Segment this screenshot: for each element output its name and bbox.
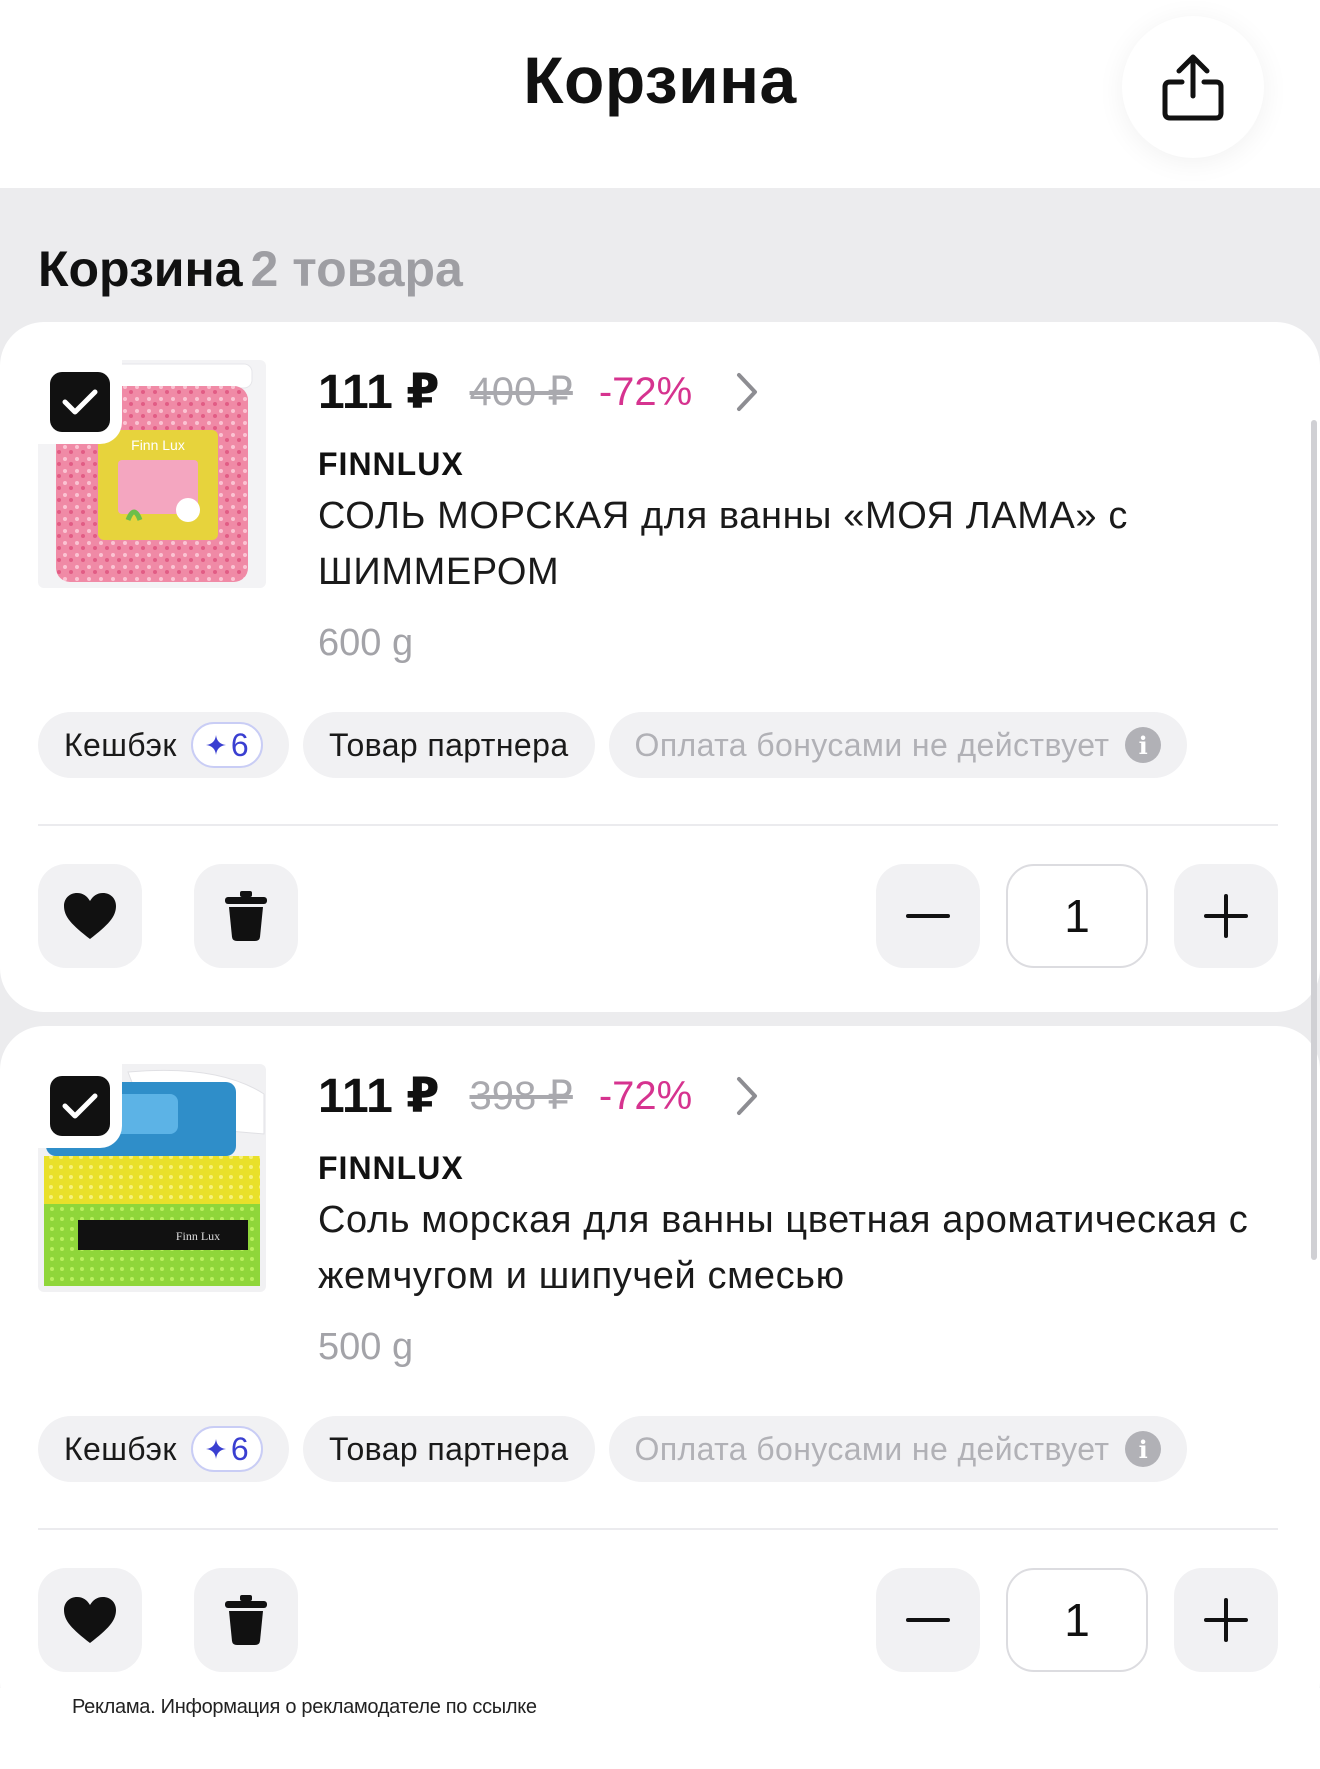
- price-row: 111 ₽ 400 ₽ -72%: [318, 362, 758, 422]
- info-icon[interactable]: i: [1125, 1431, 1162, 1467]
- quantity-value[interactable]: 1: [1006, 864, 1148, 968]
- share-icon: [1162, 54, 1224, 121]
- product-brand[interactable]: FINNLUX: [318, 446, 464, 483]
- product-name[interactable]: Соль морская для ванны цветная ароматиче…: [318, 1192, 1278, 1304]
- divider: [38, 824, 1278, 826]
- bonus-payment-chip[interactable]: Оплата бонусами не действует i: [608, 1416, 1188, 1482]
- info-icon[interactable]: i: [1125, 727, 1162, 763]
- ad-disclaimer: Реклама. Информация о рекламодателе по с…: [0, 1688, 1320, 1769]
- delete-button[interactable]: [194, 864, 298, 968]
- heart-icon: [64, 1597, 116, 1643]
- heart-icon: [64, 893, 116, 939]
- favorite-button[interactable]: [38, 864, 142, 968]
- checkbox-box: [50, 1076, 110, 1136]
- sparkle-icon: [205, 735, 226, 755]
- discount-badge: -72%: [598, 369, 693, 414]
- cashback-chip[interactable]: Кешбэк 6: [38, 712, 290, 778]
- bonus-payment-chip[interactable]: Оплата бонусами не действует i: [608, 712, 1188, 778]
- checkbox-box: [50, 372, 110, 432]
- favorite-button[interactable]: [38, 1568, 142, 1672]
- bonus-payment-label: Оплата бонусами не действует: [634, 726, 1110, 763]
- current-price: 111 ₽: [318, 366, 440, 419]
- select-item-checkbox[interactable]: [38, 1064, 122, 1148]
- minus-icon: [906, 1618, 950, 1622]
- price-row: 111 ₽ 398 ₽ -72%: [318, 1066, 758, 1126]
- current-price: 111 ₽: [318, 1070, 440, 1123]
- partner-chip[interactable]: Товар партнера: [303, 712, 595, 778]
- product-name[interactable]: СОЛЬ МОРСКАЯ для ванны «МОЯ ЛАМА» с ШИММ…: [318, 488, 1278, 600]
- cart-section-title: Корзина: [38, 241, 243, 297]
- decrease-quantity-button[interactable]: [876, 1568, 980, 1672]
- cart-section-header: Корзина 2 товара: [38, 240, 463, 298]
- trash-icon: [225, 891, 267, 941]
- product-brand[interactable]: FINNLUX: [318, 1150, 464, 1187]
- chevron-right-icon[interactable]: [736, 372, 758, 412]
- discount-badge: -72%: [598, 1073, 693, 1118]
- product-chips: Кешбэк 6 Товар партнера Оплата бонусами …: [38, 712, 1188, 778]
- checkmark-icon: [62, 389, 98, 415]
- trash-icon: [225, 1595, 267, 1645]
- cart-item-card: Finn Lux 111 ₽ 400 ₽ -72% FINNLUX СОЛЬ М…: [0, 322, 1320, 1012]
- top-bar: Корзина: [0, 0, 1320, 188]
- cashback-chip[interactable]: Кешбэк 6: [38, 1416, 290, 1482]
- plus-icon: [1204, 1598, 1248, 1642]
- minus-icon: [906, 914, 950, 918]
- sparkle-icon: [205, 1439, 226, 1459]
- divider: [38, 1528, 1278, 1530]
- partner-chip[interactable]: Товар партнера: [303, 1416, 595, 1482]
- cashback-value: 6: [230, 726, 250, 763]
- ad-disclaimer-text[interactable]: Реклама. Информация о рекламодателе по с…: [72, 1696, 537, 1719]
- old-price: 398 ₽: [469, 1074, 573, 1118]
- quantity-value[interactable]: 1: [1006, 1568, 1148, 1672]
- chevron-right-icon[interactable]: [736, 1076, 758, 1116]
- checkmark-icon: [62, 1093, 98, 1119]
- delete-button[interactable]: [194, 1568, 298, 1672]
- cashback-label: Кешбэк: [64, 726, 177, 763]
- scrollbar[interactable]: [1311, 420, 1317, 1260]
- cashback-bonus: 6: [190, 1426, 264, 1472]
- product-weight: 500 g: [318, 1326, 414, 1368]
- product-weight: 600 g: [318, 622, 414, 664]
- select-item-checkbox[interactable]: [38, 360, 122, 444]
- old-price: 400 ₽: [469, 370, 573, 414]
- cashback-bonus: 6: [190, 722, 264, 768]
- svg-text:Finn Lux: Finn Lux: [176, 1229, 220, 1243]
- cart-content: Корзина 2 товара Finn Lux 111 ₽ 400 ₽ -7…: [0, 188, 1320, 1726]
- decrease-quantity-button[interactable]: [876, 864, 980, 968]
- increase-quantity-button[interactable]: [1174, 1568, 1278, 1672]
- cart-item-card: Finn Lux 111 ₽ 398 ₽ -72% FINNLUX Соль м…: [0, 1026, 1320, 1726]
- cashback-value: 6: [230, 1430, 250, 1467]
- cart-item-count: 2 товара: [250, 241, 463, 297]
- cashback-label: Кешбэк: [64, 1430, 177, 1467]
- bonus-payment-label: Оплата бонусами не действует: [634, 1430, 1110, 1467]
- product-chips: Кешбэк 6 Товар партнера Оплата бонусами …: [38, 1416, 1188, 1482]
- increase-quantity-button[interactable]: [1174, 864, 1278, 968]
- svg-text:Finn Lux: Finn Lux: [131, 437, 185, 453]
- share-button[interactable]: [1122, 16, 1264, 158]
- plus-icon: [1204, 894, 1248, 938]
